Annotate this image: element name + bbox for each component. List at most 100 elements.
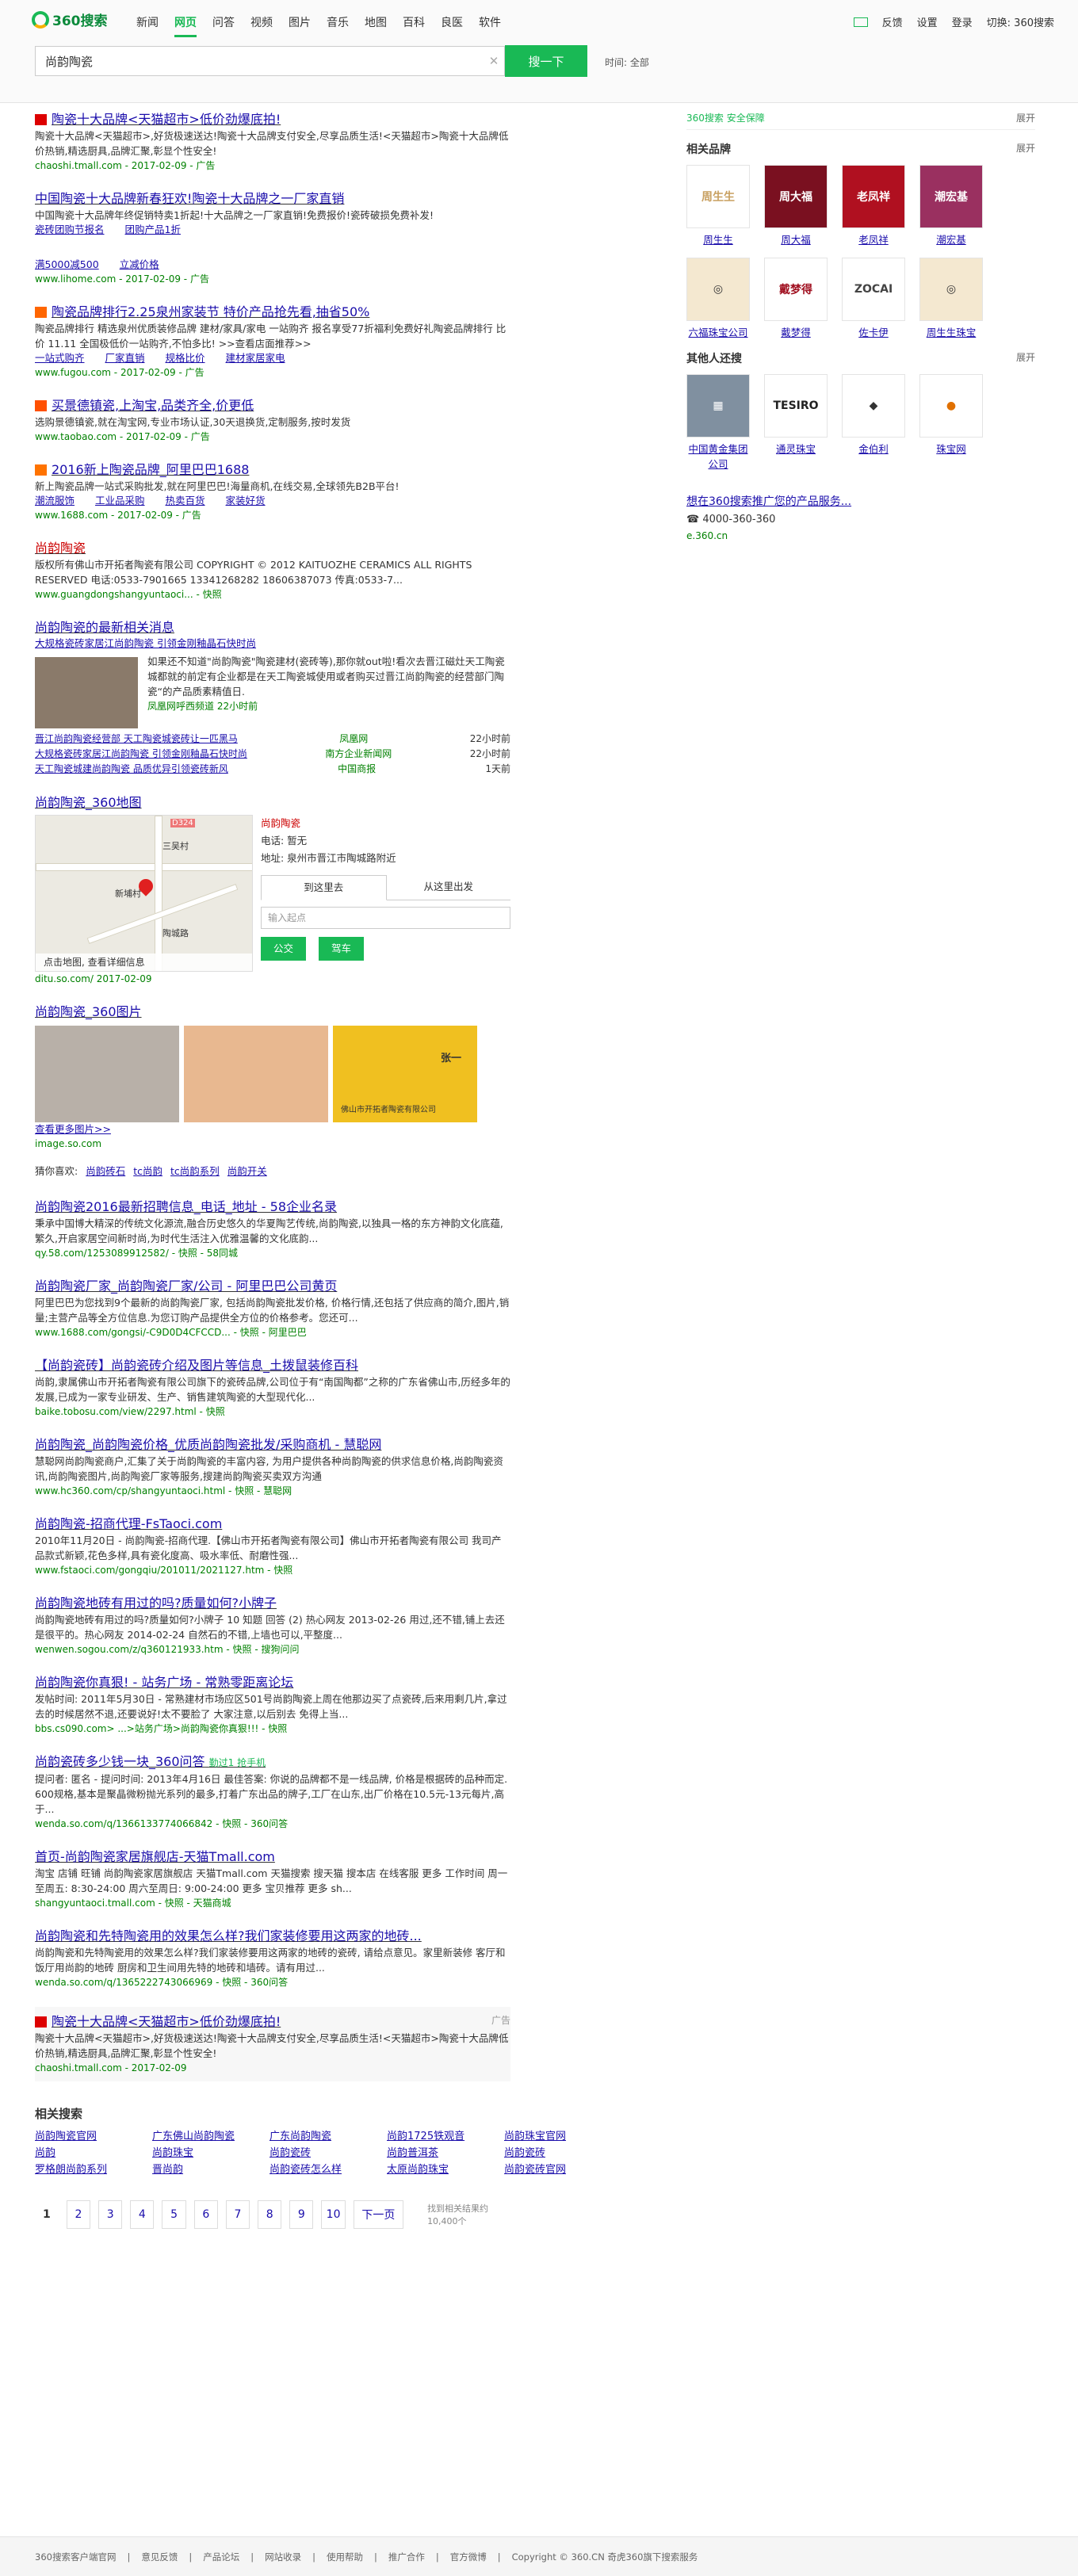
result-item: 尚韵瓷砖多少钱一块_360问答 勤过1 抢手机 提问者: 匿名 - 提问时间: 2… [35, 1754, 508, 1829]
brand-thumb[interactable]: 周生生 [686, 165, 750, 228]
image-thumb[interactable]: 张一 佛山市开拓者陶瓷有限公司 [333, 1026, 477, 1122]
brand-thumb[interactable]: 周大福 [764, 165, 828, 228]
news-item[interactable]: 晋江尚韵陶瓷经营部 天工陶瓷城瓷砖让一匹黑马 [35, 732, 238, 747]
promo-badge[interactable]: 勤过1 抢手机 [209, 1757, 266, 1768]
result-url: www.1688.com - 2017-02-09 - 广告 [35, 510, 201, 521]
tab-doctor[interactable]: 良医 [441, 14, 463, 37]
result-title[interactable]: 中国陶瓷十大品牌新春狂欢!陶瓷十大品牌之一厂家直销 [35, 191, 344, 206]
brand-thumb[interactable]: 潮宏基 [919, 165, 983, 228]
result-title[interactable]: 尚韵瓷砖多少钱一块_360问答 [35, 1754, 205, 1769]
brand-thumb[interactable]: 戴梦得 [764, 258, 828, 321]
result-title[interactable]: 尚韵陶瓷_尚韵陶瓷价格_优质尚韵陶瓷批发/采购商机 - 慧聪网 [35, 1437, 381, 1452]
page-9[interactable]: 9 [289, 2200, 314, 2229]
brand-thumb[interactable]: ◎ [686, 258, 750, 321]
page-6[interactable]: 6 [193, 2200, 218, 2229]
result-ad-bottom: 广告 陶瓷十大品牌<天猫超市>低价劲爆底拍! 陶瓷十大品牌<天猫超市>,好货极速… [35, 2007, 510, 2081]
switch-engine[interactable]: 切换: 360搜索 [987, 14, 1054, 29]
page-7[interactable]: 7 [225, 2200, 250, 2229]
page-4[interactable]: 4 [130, 2200, 155, 2229]
promo-link[interactable]: 想在360搜索推广您的产品服务... [686, 495, 851, 508]
result-title[interactable]: 买景德镇瓷,上淘宝,品类齐全,价更低 [52, 398, 254, 413]
sitelink[interactable]: 建材家居家电 [226, 351, 285, 365]
sitelink[interactable]: 厂家直销 [105, 351, 145, 365]
feedback-link[interactable]: 反馈 [882, 14, 903, 29]
result-item: 尚韵陶瓷地砖有用过的吗?质量如何?小牌子 尚韵陶瓷地砖有用过的吗?质量如何?小牌子… [35, 1596, 505, 1655]
news-item[interactable]: 天工陶瓷城建尚韵陶瓷 品质优异引领瓷砖新风 [35, 762, 228, 777]
tab-news[interactable]: 新闻 [136, 14, 159, 37]
result-title[interactable]: 尚韵陶瓷2016最新招聘信息_电话_地址 - 58企业名录 [35, 1199, 337, 1214]
sitelink[interactable]: 一站式购齐 [35, 351, 85, 365]
alibaba-icon [35, 464, 47, 476]
tab-music[interactable]: 音乐 [327, 14, 349, 37]
page-8[interactable]: 8 [258, 2200, 282, 2229]
image-thumb[interactable] [35, 1026, 179, 1122]
search-input[interactable] [36, 48, 484, 75]
result-title[interactable]: 尚韵陶瓷厂家_尚韵陶瓷厂家/公司 - 阿里巴巴公司黄页 [35, 1278, 337, 1294]
tab-from-here[interactable]: 从这里出发 [387, 875, 511, 900]
search-button[interactable]: 搜一下 [505, 45, 587, 77]
brand-thumb[interactable]: 老凤祥 [842, 165, 905, 228]
result-title[interactable]: 尚韵陶瓷地砖有用过的吗?质量如何?小牌子 [35, 1596, 277, 1611]
page-2[interactable]: 2 [66, 2200, 91, 2229]
other-thumb[interactable]: ● [919, 374, 983, 438]
page-3[interactable]: 3 [98, 2200, 123, 2229]
page-5[interactable]: 5 [162, 2200, 186, 2229]
brand-thumb[interactable]: ZOCAI [842, 258, 905, 321]
news-image[interactable] [35, 657, 138, 728]
sitelink[interactable]: 立减价格 [120, 258, 159, 272]
map-place-name[interactable]: 尚韵陶瓷 [261, 817, 300, 829]
news-top-link[interactable]: 大规格瓷砖家居江尚韵陶瓷 引领金刚釉晶石快时尚 [35, 636, 256, 651]
sitelink[interactable]: 潮流服饰 [35, 494, 75, 508]
drive-button[interactable]: 驾车 [319, 937, 365, 961]
start-input[interactable]: 输入起点 [261, 907, 510, 929]
sitelink[interactable]: 规格比价 [166, 351, 205, 365]
other-thumb[interactable]: ▦ [686, 374, 750, 438]
image-title[interactable]: 尚韵陶瓷_360图片 [35, 1004, 142, 1019]
sitelink[interactable]: 工业品采购 [95, 494, 145, 508]
more-images-link[interactable]: 查看更多图片>> [35, 1122, 111, 1137]
mail-icon[interactable] [853, 17, 868, 27]
other-thumb[interactable]: TESIRO [764, 374, 828, 438]
result-title[interactable]: 首页-尚韵陶瓷家居旗舰店-天猫Tmall.com [35, 1849, 275, 1864]
map-title[interactable]: 尚韵陶瓷_360地图 [35, 795, 142, 810]
result-item: 尚韵陶瓷 版权所有佛山市开拓者陶瓷有限公司 COPYRIGHT © 2012 K… [35, 540, 510, 602]
result-title[interactable]: 陶瓷十大品牌<天猫超市>低价劲爆底拍! [52, 112, 281, 127]
result-title[interactable]: 尚韵陶瓷-招商代理-FsTaoci.com [35, 1516, 222, 1531]
news-title[interactable]: 尚韵陶瓷的最新相关消息 [35, 620, 174, 635]
news-item[interactable]: 大规格瓷砖家居江尚韵陶瓷 引领金刚釉晶石快时尚 [35, 747, 247, 762]
map-canvas[interactable]: 三吴村 新埔村 陶城路 D324 点击地图, 查看详细信息 [35, 815, 253, 972]
login-link[interactable]: 登录 [952, 14, 973, 29]
tab-images[interactable]: 图片 [289, 14, 311, 37]
expand-link[interactable]: 展开 [1016, 111, 1035, 124]
result-title[interactable]: 陶瓷品牌排行2.25泉州家装节 特价产品抢先看,抽省50% [52, 304, 369, 319]
result-title[interactable]: 尚韵陶瓷和先特陶瓷用的效果怎么样?我们家装修要用这两家的地砖... [35, 1928, 422, 1943]
settings-link[interactable]: 设置 [917, 14, 938, 29]
sitelink[interactable]: 家装好货 [226, 494, 266, 508]
logo[interactable]: 360搜索 [32, 10, 108, 29]
sitelink[interactable]: 满5000减500 [35, 258, 99, 272]
sitelink[interactable]: 团购产品1折 [125, 223, 181, 237]
clear-icon[interactable]: ✕ [484, 54, 504, 68]
image-thumb[interactable] [184, 1026, 328, 1122]
safe-badge[interactable]: 360搜索 安全保障 [686, 111, 765, 124]
sitelinks: 一站式购齐 厂家直销 规格比价 建材家居家电 [35, 351, 510, 365]
result-title[interactable]: 尚韵陶瓷你真狠! - 站务广场 - 常熟零距离论坛 [35, 1675, 293, 1690]
sitelink[interactable]: 热卖百货 [166, 494, 205, 508]
result-title[interactable]: 2016新上陶瓷品牌_阿里巴巴1688 [52, 462, 249, 477]
brand-thumb[interactable]: ◎ [919, 258, 983, 321]
result-title[interactable]: 尚韵陶瓷 [35, 541, 86, 556]
sitelink[interactable]: 瓷砖团购节报名 [35, 223, 105, 237]
time-filter[interactable]: 时间: 全部 [605, 55, 649, 69]
bus-button[interactable]: 公交 [261, 937, 307, 961]
tab-web[interactable]: 网页 [174, 14, 197, 37]
next-page-button[interactable]: 下一页 [353, 2200, 404, 2229]
tab-go-here[interactable]: 到这里去 [261, 875, 387, 900]
tab-video[interactable]: 视频 [250, 14, 273, 37]
other-thumb[interactable]: ◆ [842, 374, 905, 438]
tab-qa[interactable]: 问答 [212, 14, 235, 37]
result-title[interactable]: 【尚韵瓷砖】尚韵瓷砖介绍及图片等信息_土拨鼠装修百科 [35, 1358, 358, 1373]
tab-baike[interactable]: 百科 [403, 14, 425, 37]
page-10[interactable]: 10 [321, 2200, 346, 2229]
tab-map[interactable]: 地图 [365, 14, 387, 37]
tab-software[interactable]: 软件 [479, 14, 501, 37]
